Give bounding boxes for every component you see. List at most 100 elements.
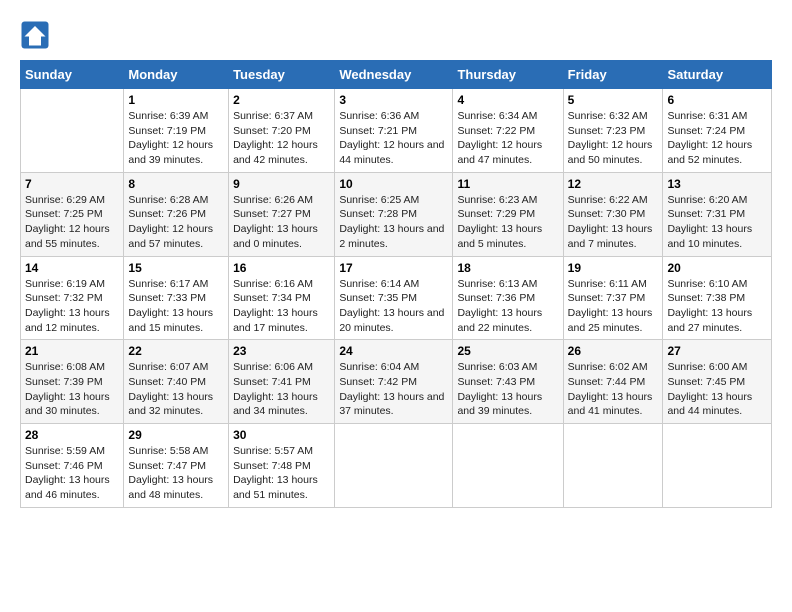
day-number: 28 xyxy=(25,428,119,442)
daylight-text: Daylight: 13 hours and 27 minutes. xyxy=(667,306,767,335)
calendar-cell: 9 Sunrise: 6:26 AM Sunset: 7:27 PM Dayli… xyxy=(229,172,335,256)
sunset-text: Sunset: 7:21 PM xyxy=(339,124,448,139)
header-day-thursday: Thursday xyxy=(453,61,563,89)
daylight-text: Daylight: 12 hours and 50 minutes. xyxy=(568,138,659,167)
cell-info: Sunrise: 6:39 AM Sunset: 7:19 PM Dayligh… xyxy=(128,109,224,168)
calendar-cell: 3 Sunrise: 6:36 AM Sunset: 7:21 PM Dayli… xyxy=(335,89,453,173)
week-row-4: 21 Sunrise: 6:08 AM Sunset: 7:39 PM Dayl… xyxy=(21,340,772,424)
sunrise-text: Sunrise: 6:13 AM xyxy=(457,277,558,292)
daylight-text: Daylight: 13 hours and 7 minutes. xyxy=(568,222,659,251)
sunset-text: Sunset: 7:37 PM xyxy=(568,291,659,306)
sunset-text: Sunset: 7:35 PM xyxy=(339,291,448,306)
cell-info: Sunrise: 6:16 AM Sunset: 7:34 PM Dayligh… xyxy=(233,277,330,336)
sunrise-text: Sunrise: 6:02 AM xyxy=(568,360,659,375)
sunset-text: Sunset: 7:23 PM xyxy=(568,124,659,139)
calendar-cell: 30 Sunrise: 5:57 AM Sunset: 7:48 PM Dayl… xyxy=(229,424,335,508)
sunset-text: Sunset: 7:31 PM xyxy=(667,207,767,222)
sunrise-text: Sunrise: 5:58 AM xyxy=(128,444,224,459)
daylight-text: Daylight: 13 hours and 2 minutes. xyxy=(339,222,448,251)
daylight-text: Daylight: 13 hours and 30 minutes. xyxy=(25,390,119,419)
sunset-text: Sunset: 7:48 PM xyxy=(233,459,330,474)
header-day-monday: Monday xyxy=(124,61,229,89)
day-number: 2 xyxy=(233,93,330,107)
day-number: 30 xyxy=(233,428,330,442)
daylight-text: Daylight: 13 hours and 32 minutes. xyxy=(128,390,224,419)
calendar-cell: 4 Sunrise: 6:34 AM Sunset: 7:22 PM Dayli… xyxy=(453,89,563,173)
week-row-2: 7 Sunrise: 6:29 AM Sunset: 7:25 PM Dayli… xyxy=(21,172,772,256)
sunrise-text: Sunrise: 6:00 AM xyxy=(667,360,767,375)
day-number: 9 xyxy=(233,177,330,191)
calendar-cell: 21 Sunrise: 6:08 AM Sunset: 7:39 PM Dayl… xyxy=(21,340,124,424)
day-number: 21 xyxy=(25,344,119,358)
sunset-text: Sunset: 7:45 PM xyxy=(667,375,767,390)
daylight-text: Daylight: 13 hours and 10 minutes. xyxy=(667,222,767,251)
cell-info: Sunrise: 5:57 AM Sunset: 7:48 PM Dayligh… xyxy=(233,444,330,503)
sunrise-text: Sunrise: 6:37 AM xyxy=(233,109,330,124)
daylight-text: Daylight: 13 hours and 20 minutes. xyxy=(339,306,448,335)
cell-info: Sunrise: 6:29 AM Sunset: 7:25 PM Dayligh… xyxy=(25,193,119,252)
day-number: 19 xyxy=(568,261,659,275)
calendar-cell xyxy=(335,424,453,508)
calendar-table: SundayMondayTuesdayWednesdayThursdayFrid… xyxy=(20,60,772,508)
daylight-text: Daylight: 13 hours and 34 minutes. xyxy=(233,390,330,419)
sunset-text: Sunset: 7:29 PM xyxy=(457,207,558,222)
sunrise-text: Sunrise: 6:26 AM xyxy=(233,193,330,208)
day-number: 6 xyxy=(667,93,767,107)
sunset-text: Sunset: 7:34 PM xyxy=(233,291,330,306)
cell-info: Sunrise: 6:02 AM Sunset: 7:44 PM Dayligh… xyxy=(568,360,659,419)
logo-icon xyxy=(20,20,50,50)
cell-info: Sunrise: 6:11 AM Sunset: 7:37 PM Dayligh… xyxy=(568,277,659,336)
sunset-text: Sunset: 7:38 PM xyxy=(667,291,767,306)
sunrise-text: Sunrise: 6:04 AM xyxy=(339,360,448,375)
sunrise-text: Sunrise: 6:03 AM xyxy=(457,360,558,375)
daylight-text: Daylight: 13 hours and 44 minutes. xyxy=(667,390,767,419)
cell-info: Sunrise: 6:14 AM Sunset: 7:35 PM Dayligh… xyxy=(339,277,448,336)
daylight-text: Daylight: 13 hours and 41 minutes. xyxy=(568,390,659,419)
calendar-cell: 16 Sunrise: 6:16 AM Sunset: 7:34 PM Dayl… xyxy=(229,256,335,340)
sunset-text: Sunset: 7:41 PM xyxy=(233,375,330,390)
day-number: 12 xyxy=(568,177,659,191)
calendar-cell: 18 Sunrise: 6:13 AM Sunset: 7:36 PM Dayl… xyxy=(453,256,563,340)
header-day-wednesday: Wednesday xyxy=(335,61,453,89)
sunset-text: Sunset: 7:46 PM xyxy=(25,459,119,474)
daylight-text: Daylight: 13 hours and 12 minutes. xyxy=(25,306,119,335)
cell-info: Sunrise: 6:31 AM Sunset: 7:24 PM Dayligh… xyxy=(667,109,767,168)
calendar-cell: 8 Sunrise: 6:28 AM Sunset: 7:26 PM Dayli… xyxy=(124,172,229,256)
calendar-cell: 26 Sunrise: 6:02 AM Sunset: 7:44 PM Dayl… xyxy=(563,340,663,424)
sunset-text: Sunset: 7:44 PM xyxy=(568,375,659,390)
sunrise-text: Sunrise: 6:29 AM xyxy=(25,193,119,208)
week-row-3: 14 Sunrise: 6:19 AM Sunset: 7:32 PM Dayl… xyxy=(21,256,772,340)
daylight-text: Daylight: 12 hours and 55 minutes. xyxy=(25,222,119,251)
sunrise-text: Sunrise: 6:25 AM xyxy=(339,193,448,208)
week-row-5: 28 Sunrise: 5:59 AM Sunset: 7:46 PM Dayl… xyxy=(21,424,772,508)
calendar-cell: 25 Sunrise: 6:03 AM Sunset: 7:43 PM Dayl… xyxy=(453,340,563,424)
calendar-cell: 13 Sunrise: 6:20 AM Sunset: 7:31 PM Dayl… xyxy=(663,172,772,256)
day-number: 4 xyxy=(457,93,558,107)
daylight-text: Daylight: 12 hours and 57 minutes. xyxy=(128,222,224,251)
day-number: 8 xyxy=(128,177,224,191)
daylight-text: Daylight: 12 hours and 39 minutes. xyxy=(128,138,224,167)
calendar-cell: 19 Sunrise: 6:11 AM Sunset: 7:37 PM Dayl… xyxy=(563,256,663,340)
calendar-cell: 20 Sunrise: 6:10 AM Sunset: 7:38 PM Dayl… xyxy=(663,256,772,340)
sunset-text: Sunset: 7:42 PM xyxy=(339,375,448,390)
day-number: 27 xyxy=(667,344,767,358)
day-number: 1 xyxy=(128,93,224,107)
sunset-text: Sunset: 7:43 PM xyxy=(457,375,558,390)
sunset-text: Sunset: 7:27 PM xyxy=(233,207,330,222)
sunrise-text: Sunrise: 6:23 AM xyxy=(457,193,558,208)
calendar-cell xyxy=(663,424,772,508)
day-number: 29 xyxy=(128,428,224,442)
sunrise-text: Sunrise: 6:31 AM xyxy=(667,109,767,124)
daylight-text: Daylight: 13 hours and 37 minutes. xyxy=(339,390,448,419)
calendar-header-row: SundayMondayTuesdayWednesdayThursdayFrid… xyxy=(21,61,772,89)
cell-info: Sunrise: 6:34 AM Sunset: 7:22 PM Dayligh… xyxy=(457,109,558,168)
sunrise-text: Sunrise: 6:34 AM xyxy=(457,109,558,124)
day-number: 15 xyxy=(128,261,224,275)
day-number: 24 xyxy=(339,344,448,358)
daylight-text: Daylight: 13 hours and 39 minutes. xyxy=(457,390,558,419)
daylight-text: Daylight: 13 hours and 46 minutes. xyxy=(25,473,119,502)
cell-info: Sunrise: 6:20 AM Sunset: 7:31 PM Dayligh… xyxy=(667,193,767,252)
sunrise-text: Sunrise: 6:32 AM xyxy=(568,109,659,124)
calendar-cell: 1 Sunrise: 6:39 AM Sunset: 7:19 PM Dayli… xyxy=(124,89,229,173)
cell-info: Sunrise: 6:19 AM Sunset: 7:32 PM Dayligh… xyxy=(25,277,119,336)
